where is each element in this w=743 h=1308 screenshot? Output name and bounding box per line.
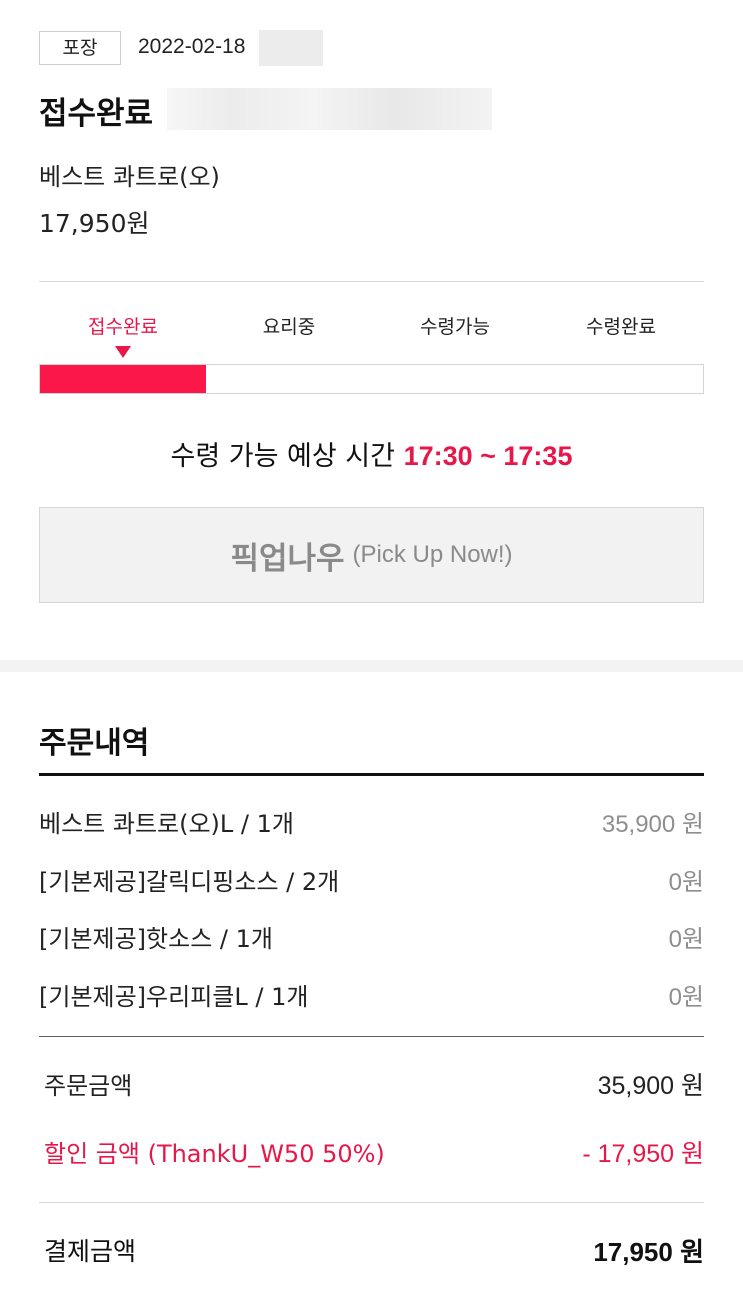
current-step-pointer-icon	[115, 346, 131, 358]
item-price: 35,900 원	[601, 811, 704, 838]
order-type-badge: 포장	[39, 31, 121, 65]
pickup-now-sub-label: (Pick Up Now!)	[352, 541, 513, 568]
item-name: [기본제공]우리피클L / 1개	[39, 983, 309, 1011]
divider	[39, 1202, 704, 1203]
redacted-title-area	[167, 88, 492, 130]
list-item: 베스트 콰트로(오)L / 1개 35,900 원	[39, 804, 704, 844]
item-price: 0원	[668, 869, 704, 896]
eta-label: 수령 가능 예상 시간	[170, 441, 395, 472]
step-received: 접수완료	[88, 316, 158, 338]
discount-label: 할인 금액 (ThankU_W50 50%)	[44, 1140, 385, 1168]
step-cooking: 요리중	[262, 316, 316, 338]
progress-steps: 접수완료 요리중 수령가능 수령완료	[39, 312, 704, 358]
section-separator	[0, 660, 743, 672]
step-picked-up: 수령완료	[586, 316, 656, 338]
divider	[39, 281, 704, 282]
order-status-title: 접수완료	[39, 96, 154, 132]
payment-label: 결제금액	[44, 1237, 137, 1266]
order-amount-label: 주문금액	[44, 1072, 133, 1100]
payment-total-row: 결제금액 17,950 원	[39, 1232, 704, 1272]
product-name: 베스트 콰트로(오)	[39, 163, 220, 191]
item-name: 베스트 콰트로(오)L / 1개	[39, 810, 294, 838]
step-ready: 수령가능	[420, 316, 490, 338]
item-name: [기본제공]갈릭디핑소스 / 2개	[39, 868, 340, 896]
progress-bar	[39, 364, 704, 394]
eta-time: 17:30 ~ 17:35	[403, 441, 573, 471]
list-item: [기본제공]핫소스 / 1개 0원	[39, 919, 704, 959]
product-price: 17,950원	[39, 209, 150, 238]
pickup-now-label: 픽업나우	[230, 540, 345, 577]
heading-rule	[39, 773, 704, 776]
order-amount-value: 35,900 원	[597, 1072, 704, 1100]
pickup-eta: 수령 가능 예상 시간 17:30 ~ 17:35	[0, 434, 743, 473]
list-item: [기본제공]갈릭디핑소스 / 2개 0원	[39, 862, 704, 902]
payment-value: 17,950 원	[593, 1237, 704, 1267]
discount-row: 할인 금액 (ThankU_W50 50%) - 17,950 원	[39, 1134, 704, 1174]
order-status-page: 포장 2022-02-18 접수완료 베스트 콰트로(오) 17,950원 접수…	[0, 0, 743, 1308]
order-date: 2022-02-18	[138, 35, 246, 58]
list-item: [기본제공]우리피클L / 1개 0원	[39, 977, 704, 1017]
item-price: 0원	[668, 984, 704, 1011]
order-amount-row: 주문금액 35,900 원	[39, 1066, 704, 1106]
pickup-now-button[interactable]: 픽업나우 (Pick Up Now!)	[39, 507, 704, 603]
redacted-date-area	[259, 30, 323, 66]
order-details-heading: 주문내역	[39, 726, 150, 761]
progress-bar-fill	[40, 365, 206, 393]
divider	[39, 1036, 704, 1037]
item-price: 0원	[668, 926, 704, 953]
item-name: [기본제공]핫소스 / 1개	[39, 925, 273, 953]
discount-value: - 17,950 원	[582, 1140, 704, 1168]
